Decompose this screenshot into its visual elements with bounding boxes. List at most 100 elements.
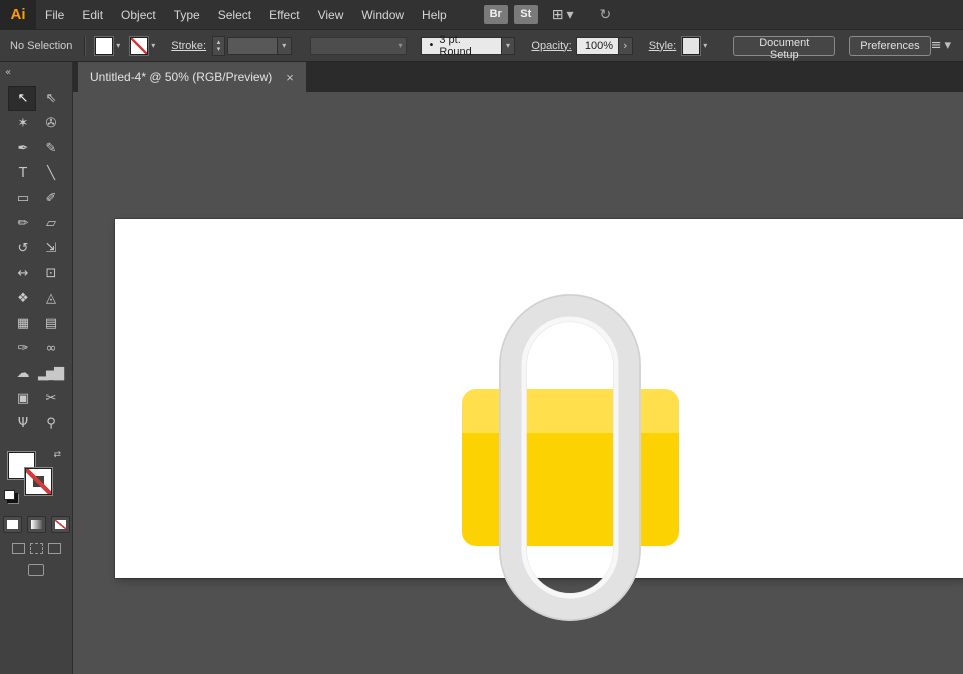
menu-effect[interactable]: Effect [260,0,308,30]
blend-tool[interactable]: ∞ [36,336,64,361]
rectangle-tool-icon: ▭ [16,191,29,206]
scale-tool[interactable]: ⇲ [36,236,64,261]
color-button[interactable] [2,516,22,533]
touch-workspace-icon[interactable]: ↻ [600,7,612,23]
column-graph-tool[interactable]: ▂▅▇ [36,361,64,386]
hand-tool[interactable]: Ψ [8,411,36,436]
eyedropper-tool-icon: ✑ [17,341,29,356]
fill-color-control[interactable]: ▾ [95,36,120,55]
tools-grid: ↖ ⇖ ✶ ✇ ✒ ✎ T ╲ ▭ ✐ ✏ ▱ ↺ ⇲ ↔ ⊡ ❖ ◬ ▦ ▤ ✑ ∞ ☁ ▂▅▇ ▣ ✂ Ψ ⚲ [0,86,72,436]
type-tool[interactable]: T [8,161,36,186]
mesh-tool[interactable]: ▦ [8,311,36,336]
gradient-icon [30,520,42,529]
menu-file[interactable]: File [36,0,73,30]
workspace-layout-icon: ⊞ [551,6,564,23]
close-tab-icon[interactable]: × [286,70,294,85]
draw-normal-button[interactable] [11,543,25,554]
rotate-tool[interactable]: ↺ [8,236,36,261]
slice-tool-icon: ✂ [45,391,57,406]
stroke-panel-link[interactable]: Stroke: [171,40,206,52]
curvature-tool[interactable]: ✎ [36,136,64,161]
menu-window[interactable]: Window [352,0,413,30]
stroke-weight-field[interactable] [226,36,278,55]
lasso-tool-icon: ✇ [45,116,57,131]
draw-behind-button[interactable] [29,543,43,554]
fill-swatch[interactable] [95,36,114,55]
pencil-tool[interactable]: ✏ [8,211,36,236]
column-graph-tool-icon: ▂▅▇ [38,366,64,381]
gradient-button[interactable] [26,516,46,533]
pencil-tool-icon: ✏ [17,216,29,231]
paintbrush-tool[interactable]: ✐ [36,186,64,211]
stroke-weight-stepper[interactable]: ▴ ▾ [212,35,225,56]
free-transform-tool[interactable]: ⊡ [36,261,64,286]
gradient-tool[interactable]: ▤ [36,311,64,336]
stroke-color-control[interactable]: ▾ [130,36,155,55]
pen-tool[interactable]: ✒ [8,136,36,161]
graphic-style-dropdown[interactable]: ▾ [682,36,707,55]
scale-tool-icon: ⇲ [45,241,57,256]
direct-selection-tool[interactable]: ⇖ [36,86,64,111]
menu-select[interactable]: Select [209,0,260,30]
menu-items: File Edit Object Type Select Effect View Window… [36,0,456,30]
gradient-tool-icon: ▤ [44,316,57,331]
menu-type[interactable]: Type [165,0,209,30]
line-segment-tool[interactable]: ╲ [36,161,64,186]
opacity-panel-link[interactable]: Opacity: [531,40,571,52]
hand-tool-icon: Ψ [17,416,28,431]
menu-edit[interactable]: Edit [73,0,112,30]
zoom-tool[interactable]: ⚲ [36,411,64,436]
brush-definition-dropdown[interactable]: ▾ [309,36,408,55]
workspace-switcher[interactable]: ⊞ ▾ [552,7,574,23]
width-tool[interactable]: ↔ [8,261,36,286]
align-options-control[interactable]: ≡ ▾ [931,38,951,53]
default-fill-stroke-icon[interactable] [4,490,15,500]
document-tab[interactable]: Untitled-4* @ 50% (RGB/Preview) × [78,62,306,92]
lasso-tool[interactable]: ✇ [36,111,64,136]
paintbrush-tool-icon: ✐ [45,191,57,206]
artboard-tool[interactable]: ▣ [8,386,36,411]
eraser-tool[interactable]: ▱ [36,211,64,236]
width-profile-value: 3 pt. Round [439,33,472,58]
type-tool-icon: T [19,166,27,181]
magic-wand-tool[interactable]: ✶ [8,111,36,136]
perspective-grid-tool-icon: ◬ [46,291,56,306]
collapse-panel-icon[interactable]: « [5,67,11,78]
shackle-ring[interactable] [499,294,641,621]
opacity-field[interactable]: 100% [575,36,620,55]
opacity-menu-arrow[interactable]: › [619,36,633,55]
stroke-color-swatch[interactable] [25,468,52,495]
shape-builder-tool-icon: ❖ [17,291,29,306]
menu-help[interactable]: Help [413,0,456,30]
rectangle-tool[interactable]: ▭ [8,186,36,211]
document-setup-button[interactable]: Document Setup [733,35,836,61]
menu-view[interactable]: View [309,0,353,30]
stroke-swatch[interactable] [130,36,149,55]
tab-bar: Untitled-4* @ 50% (RGB/Preview) × [73,62,963,92]
style-swatch[interactable] [682,36,701,55]
none-button[interactable] [50,516,70,533]
bridge-button[interactable]: Br [483,5,508,24]
screen-mode-button[interactable] [28,564,44,576]
variable-width-profile-dropdown[interactable]: • 3 pt. Round [421,33,502,58]
stepper-down-icon[interactable]: ▾ [217,45,221,53]
eyedropper-tool[interactable]: ✑ [8,336,36,361]
stock-button[interactable]: St [513,5,538,24]
line-segment-tool-icon: ╲ [47,166,55,181]
draw-inside-button[interactable] [47,543,61,554]
preferences-button[interactable]: Preferences [849,35,931,56]
divider [84,35,86,56]
swap-fill-stroke-icon[interactable]: ⇄ [53,450,61,460]
menu-object[interactable]: Object [112,0,165,30]
selection-status: No Selection [10,39,73,52]
shape-builder-tool[interactable]: ❖ [8,286,36,311]
stroke-weight-dropdown[interactable]: ▾ [277,36,292,55]
symbol-sprayer-tool[interactable]: ☁ [8,361,36,386]
canvas[interactable] [73,92,963,674]
lock-shackle-shape[interactable] [499,294,641,621]
slice-tool[interactable]: ✂ [36,386,64,411]
selection-tool[interactable]: ↖ [8,86,36,111]
pen-tool-icon: ✒ [17,141,29,156]
width-profile-chevron[interactable]: ▾ [501,36,516,55]
perspective-grid-tool[interactable]: ◬ [36,286,64,311]
